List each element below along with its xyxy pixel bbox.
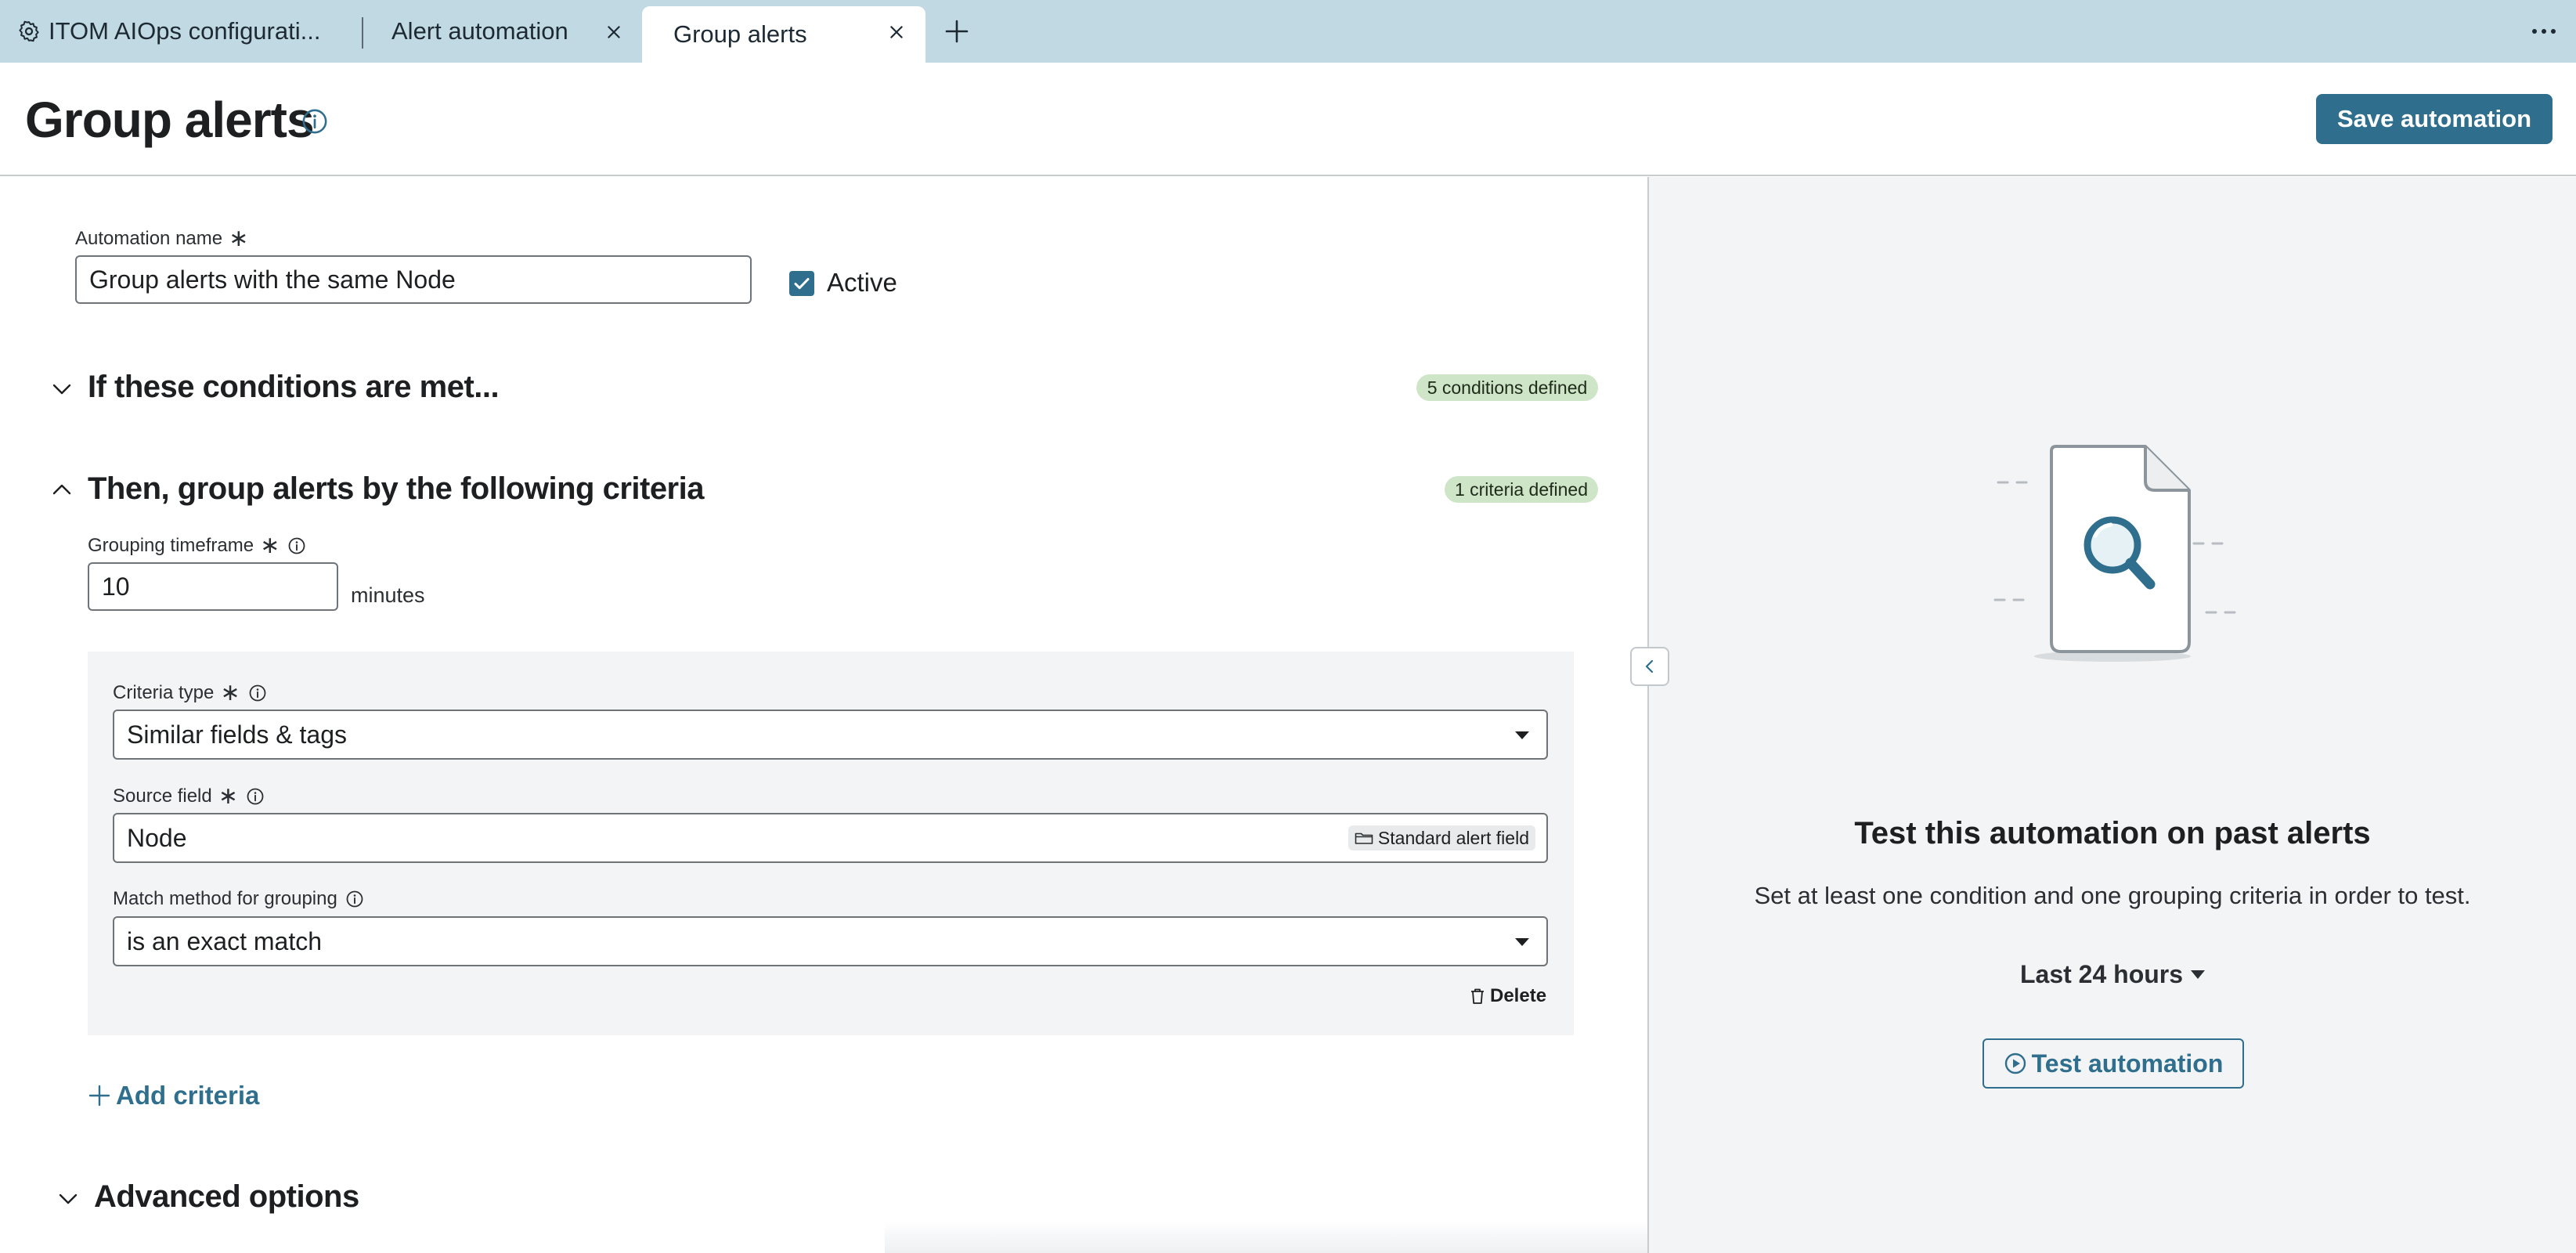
close-icon[interactable] <box>605 23 622 41</box>
plus-icon[interactable] <box>943 17 971 45</box>
trash-icon <box>1471 988 1484 1004</box>
grouping-section-title[interactable]: Then, group alerts by the following crit… <box>88 471 704 507</box>
chevron-down-icon[interactable] <box>50 377 74 401</box>
label-text: Criteria type <box>113 682 215 703</box>
match-method-label: Match method for grouping <box>113 888 364 910</box>
more-horizontal-icon[interactable] <box>2531 27 2557 36</box>
info-icon[interactable] <box>246 787 265 806</box>
required-mark: ∗ <box>229 226 249 251</box>
criteria-count-badge: 1 criteria defined <box>1445 476 1598 503</box>
tab-alert-automation[interactable]: Alert automation <box>391 0 568 63</box>
time-range-select[interactable]: Last 24 hours <box>1649 960 2576 989</box>
criteria-type-select[interactable]: Similar fields & tags <box>113 710 1548 760</box>
add-criteria-label: Add criteria <box>116 1081 260 1110</box>
delete-criteria-button[interactable]: Delete <box>1470 985 1546 1007</box>
required-mark: ∗ <box>260 533 280 558</box>
label-text: Grouping timeframe <box>88 535 254 556</box>
caret-down-icon <box>2191 970 2206 979</box>
tab-label: ITOM AIOps configurati... <box>49 17 321 45</box>
select-value: Similar fields & tags <box>127 720 347 749</box>
automation-name-label: Automation name ∗ <box>75 227 248 251</box>
scroll-fade <box>885 1220 1647 1253</box>
grouping-timeframe-input[interactable]: 10 <box>88 562 338 611</box>
source-field-input[interactable]: Node Standard alert field <box>113 813 1548 863</box>
time-range-value: Last 24 hours <box>2019 960 2184 988</box>
conditions-section-title[interactable]: If these conditions are met... <box>88 370 500 405</box>
label-text: Match method for grouping <box>113 888 337 909</box>
input-value: 10 <box>102 572 130 601</box>
criteria-type-label: Criteria type ∗ <box>113 681 267 705</box>
label-text: Automation name <box>75 228 223 249</box>
caret-down-icon <box>1515 731 1529 739</box>
chevron-left-icon <box>1645 659 1654 673</box>
close-icon[interactable] <box>888 23 905 41</box>
chevron-down-icon[interactable] <box>56 1187 80 1211</box>
add-criteria-button[interactable]: Add criteria <box>88 1081 259 1110</box>
delete-label: Delete <box>1490 985 1547 1006</box>
info-icon[interactable] <box>301 108 328 135</box>
info-icon[interactable] <box>287 536 306 555</box>
caret-down-icon <box>1515 938 1529 946</box>
tab-label: Alert automation <box>391 17 568 45</box>
timeframe-unit: minutes <box>351 583 425 607</box>
checkmark-icon <box>794 278 810 290</box>
chevron-up-icon[interactable] <box>50 478 74 501</box>
conditions-count-badge: 5 conditions defined <box>1416 374 1598 401</box>
active-label: Active <box>827 268 897 297</box>
test-panel-title: Test this automation on past alerts <box>1854 816 2371 850</box>
test-panel-description: Set at least one condition and one group… <box>1754 882 2471 909</box>
info-icon[interactable] <box>345 890 364 908</box>
tag-label: Standard alert field <box>1377 827 1529 848</box>
required-mark: ∗ <box>218 783 238 809</box>
advanced-options-title[interactable]: Advanced options <box>94 1179 359 1215</box>
tab-bar: ITOM AIOps configurati... Alert automati… <box>0 0 2576 63</box>
tab-group-alerts[interactable]: Group alerts <box>642 6 925 63</box>
folder-icon <box>1355 832 1373 844</box>
save-automation-button[interactable]: Save automation <box>2316 94 2553 144</box>
page-title: Group alerts <box>25 92 315 148</box>
label-text: Source field <box>113 785 212 807</box>
required-mark: ∗ <box>220 680 240 706</box>
page-header: Group alerts Save automation <box>0 63 2576 176</box>
automation-name-input[interactable]: Group alerts with the same Node <box>75 255 752 304</box>
tab-separator <box>362 17 363 49</box>
collapse-panel-button[interactable] <box>1630 647 1669 686</box>
document-search-illustration <box>1993 445 2236 662</box>
select-value: is an exact match <box>127 926 322 955</box>
standard-alert-field-tag: Standard alert field <box>1348 825 1535 850</box>
info-icon[interactable] <box>248 684 267 702</box>
input-value: Group alerts with the same Node <box>89 265 456 294</box>
input-value: Node <box>127 823 187 852</box>
test-automation-button[interactable]: Test automation <box>1983 1038 2244 1089</box>
test-automation-pane <box>1649 177 2576 1253</box>
grouping-timeframe-label: Grouping timeframe ∗ <box>88 534 306 558</box>
tab-label: Group alerts <box>673 20 807 48</box>
source-field-label: Source field ∗ <box>113 785 265 808</box>
gear-icon <box>19 20 39 42</box>
test-button-label: Test automation <box>2031 1049 2224 1078</box>
play-circle-icon <box>2004 1053 2026 1074</box>
plus-icon <box>88 1085 110 1107</box>
match-method-select[interactable]: is an exact match <box>113 916 1548 966</box>
tab-itom-aiops-configuration[interactable]: ITOM AIOps configurati... <box>17 0 320 63</box>
active-checkbox[interactable] <box>789 271 814 296</box>
